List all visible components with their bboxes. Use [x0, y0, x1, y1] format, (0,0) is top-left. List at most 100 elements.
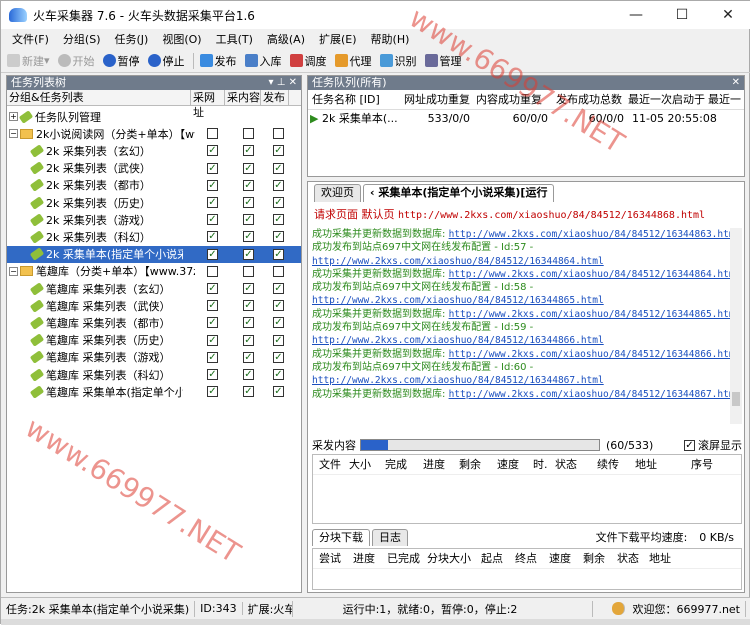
files-col-header[interactable]: 序号: [685, 455, 725, 474]
publish-checkbox[interactable]: ✓: [273, 334, 284, 346]
log-link[interactable]: http://www.2kxs.com/xiaoshuo/84/84512/16…: [312, 256, 604, 267]
chunks-col-header[interactable]: 已完成: [381, 549, 421, 568]
publish-checkbox[interactable]: ✓: [273, 300, 284, 312]
publish-checkbox[interactable]: ✓: [273, 283, 284, 294]
autoscroll-toggle[interactable]: ✓ 滚屏显示: [684, 437, 742, 453]
publish-checkbox[interactable]: ✓: [273, 369, 284, 380]
collect-content-checkbox[interactable]: ✓: [243, 214, 254, 226]
log-link[interactable]: http://www.2kxs.com/xiaoshuo/84/84512/16…: [449, 269, 732, 280]
files-col-header[interactable]: 速度: [491, 455, 527, 474]
publish-checkbox[interactable]: [273, 265, 284, 277]
publish-checkbox[interactable]: ✓: [273, 317, 284, 329]
minimize-button[interactable]: —: [613, 1, 659, 29]
files-col-header[interactable]: 续传: [591, 455, 629, 474]
files-col-header[interactable]: 剩余: [453, 455, 491, 474]
collect-content-checkbox[interactable]: ✓: [243, 179, 254, 191]
new-button[interactable]: 新建 ▾: [7, 53, 50, 69]
chunks-col-header[interactable]: 剩余: [577, 549, 611, 568]
collect-url-checkbox[interactable]: ✓: [207, 214, 218, 226]
expand-toggle-icon[interactable]: −: [9, 129, 18, 139]
publish-button[interactable]: 发布: [199, 53, 237, 69]
task-item[interactable]: 2k 采集列表（历史） ✓ ✓ ✓: [7, 194, 301, 211]
proxy-button[interactable]: 代理: [334, 53, 372, 69]
collect-url-checkbox[interactable]: [207, 265, 218, 277]
collect-content-checkbox[interactable]: ✓: [243, 317, 254, 329]
collect-url-checkbox[interactable]: [207, 128, 218, 140]
queue-row[interactable]: ▶ 2k 采集单本(... 533/0/0 60/0/0 60/0/0 11-0…: [308, 110, 744, 127]
log-scrollbar[interactable]: [730, 228, 742, 424]
files-col-header[interactable]: 文件: [313, 455, 343, 474]
task-item[interactable]: + 任务队列管理: [7, 108, 301, 125]
task-item[interactable]: 2k 采集列表（玄幻） ✓ ✓ ✓: [7, 142, 301, 159]
publish-checkbox[interactable]: ✓: [273, 351, 284, 363]
task-item[interactable]: 2k 采集列表（游戏） ✓ ✓ ✓: [7, 211, 301, 228]
menu-view[interactable]: 视图(O): [155, 31, 208, 47]
collect-url-checkbox[interactable]: ✓: [207, 317, 218, 329]
collect-content-checkbox[interactable]: ✓: [243, 334, 254, 346]
task-item[interactable]: 2k 采集列表（科幻） ✓ ✓ ✓: [7, 228, 301, 245]
autoscroll-checkbox[interactable]: ✓: [684, 439, 695, 451]
menu-file[interactable]: 文件(F): [5, 31, 56, 47]
pause-button[interactable]: 暂停: [102, 53, 140, 69]
tree-group[interactable]: − 笔趣库（分类+单本）【www.37zw: [7, 263, 301, 280]
menu-tools[interactable]: 工具(T): [209, 31, 260, 47]
publish-checkbox[interactable]: ✓: [273, 145, 284, 157]
collect-content-checkbox[interactable]: ✓: [243, 351, 254, 363]
files-col-header[interactable]: 大小: [343, 455, 379, 474]
publish-checkbox[interactable]: ✓: [273, 386, 284, 398]
task-item[interactable]: 笔趣库 采集列表（都市） ✓ ✓ ✓: [7, 314, 301, 331]
collect-content-checkbox[interactable]: [243, 265, 254, 277]
collect-url-checkbox[interactable]: ✓: [207, 386, 218, 398]
expand-toggle-icon[interactable]: +: [9, 112, 18, 121]
collect-url-checkbox[interactable]: ✓: [207, 197, 218, 208]
queue-col-url[interactable]: 网址成功重复: [404, 90, 476, 109]
chunks-col-header[interactable]: 尝试: [313, 549, 347, 568]
collect-content-checkbox[interactable]: ✓: [243, 231, 254, 243]
queue-close-icon[interactable]: ✕: [732, 76, 740, 90]
debug-button[interactable]: 调度: [289, 53, 327, 69]
log-link[interactable]: http://www.2kxs.com/xiaoshuo/84/84512/16…: [312, 375, 604, 386]
close-button[interactable]: ✕: [705, 1, 750, 29]
task-item[interactable]: 笔趣库 采集列表（游戏） ✓ ✓ ✓: [7, 349, 301, 366]
recognize-button[interactable]: 识别: [379, 53, 417, 69]
log-link[interactable]: http://www.2kxs.com/xiaoshuo/84/84512/16…: [449, 309, 732, 320]
store-button[interactable]: 入库: [244, 53, 282, 69]
col-collect-url[interactable]: 采网址: [191, 90, 225, 119]
menu-group[interactable]: 分组(S): [56, 31, 108, 47]
task-item[interactable]: 2k 采集列表（都市） ✓ ✓ ✓: [7, 177, 301, 194]
collect-content-checkbox[interactable]: ✓: [243, 300, 254, 312]
chunks-col-header[interactable]: 起点: [475, 549, 509, 568]
stop-button[interactable]: 停止: [147, 53, 185, 69]
publish-checkbox[interactable]: ✓: [273, 162, 284, 174]
task-item[interactable]: 笔趣库 采集列表（科幻） ✓ ✓ ✓: [7, 366, 301, 383]
collect-content-checkbox[interactable]: ✓: [243, 386, 254, 398]
menu-advanced[interactable]: 高级(A): [260, 31, 312, 47]
publish-checkbox[interactable]: ✓: [273, 197, 284, 208]
menu-extensions[interactable]: 扩展(E): [312, 31, 364, 47]
publish-checkbox[interactable]: ✓: [273, 231, 284, 243]
chunks-col-header[interactable]: 速度: [543, 549, 577, 568]
log-link[interactable]: http://www.2kxs.com/xiaoshuo/84/84512/16…: [449, 349, 732, 360]
files-col-header[interactable]: 完成: [379, 455, 417, 474]
collect-url-checkbox[interactable]: ✓: [207, 231, 218, 243]
collect-url-checkbox[interactable]: ✓: [207, 300, 218, 312]
tab-welcome[interactable]: 欢迎页: [314, 184, 361, 202]
publish-checkbox[interactable]: ✓: [273, 179, 284, 191]
manage-button[interactable]: 管理: [424, 53, 462, 69]
pane-pin-close-icon[interactable]: ▾ ⊥ ✕: [269, 76, 297, 90]
task-item[interactable]: 2k 采集列表（武侠） ✓ ✓ ✓: [7, 160, 301, 177]
queue-col-extra[interactable]: 最近一: [708, 90, 744, 109]
collect-url-checkbox[interactable]: ✓: [207, 283, 218, 294]
maximize-button[interactable]: ☐: [659, 1, 705, 29]
chunks-col-header[interactable]: 地址: [643, 549, 683, 568]
log-scroll-thumb[interactable]: [732, 392, 740, 406]
files-col-header[interactable]: 时.: [527, 455, 549, 474]
request-url[interactable]: http://www.2kxs.com/xiaoshuo/84/84512/16…: [398, 210, 705, 221]
collect-url-checkbox[interactable]: ✓: [207, 179, 218, 191]
collect-content-checkbox[interactable]: ✓: [243, 145, 254, 157]
collect-url-checkbox[interactable]: ✓: [207, 334, 218, 346]
task-item[interactable]: 笔趣库 采集单本(指定单个小 ✓ ✓ ✓: [7, 383, 301, 400]
tree-group[interactable]: − 2k小说阅读网（分类+单本）【ww: [7, 125, 301, 142]
col-publish[interactable]: 发布: [261, 90, 289, 105]
publish-checkbox[interactable]: [273, 128, 284, 140]
